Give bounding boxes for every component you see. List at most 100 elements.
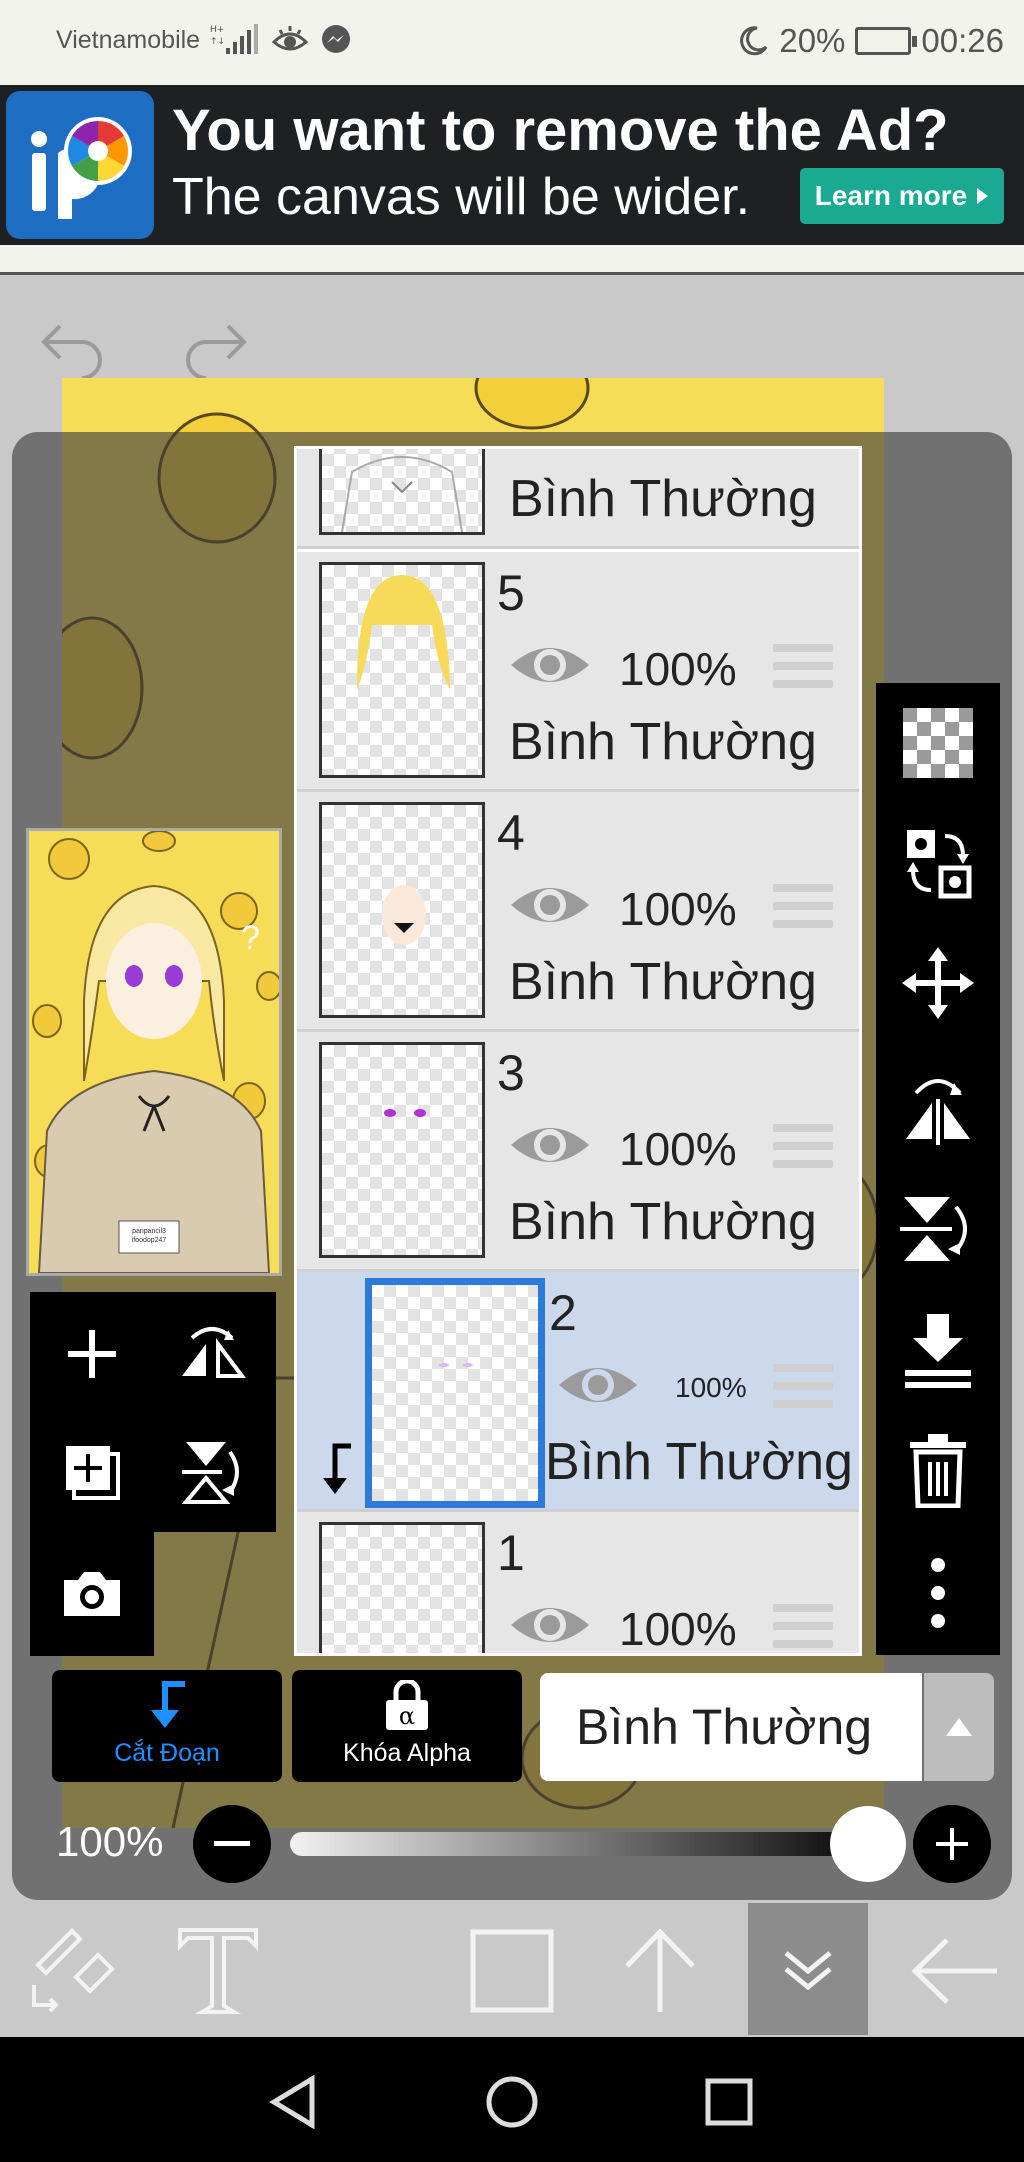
layer-blend-mode: Bình Thường	[509, 713, 817, 771]
add-layer-button[interactable]	[42, 1304, 142, 1404]
layer-opacity: 100%	[675, 1372, 747, 1403]
flip-layer-vertical-button[interactable]	[876, 1169, 1000, 1289]
back-triangle-icon	[269, 2075, 315, 2129]
opacity-increase-button[interactable]	[913, 1805, 991, 1883]
flip-layer-horizontal-button[interactable]	[876, 1047, 1000, 1167]
layer-row-1[interactable]: 1 100%	[297, 1512, 859, 1655]
text-tool-icon	[178, 1928, 258, 2014]
flip-vertical-button[interactable]	[162, 1422, 262, 1522]
plus-icon	[68, 1330, 116, 1378]
layer-thumbnail	[319, 449, 485, 535]
signal-icon: H+ ↑↓	[210, 24, 258, 54]
visibility-eye-icon[interactable]	[507, 1117, 593, 1173]
canvas-thumbnail[interactable]: ? panpancil3 ifoodop247	[26, 828, 282, 1276]
blend-mode-value: Bình Thường	[576, 1699, 873, 1755]
ad-divider	[0, 245, 1024, 275]
layer-row-5[interactable]: 5 100% Bình Thường	[297, 552, 859, 792]
svg-text:α: α	[399, 1702, 415, 1730]
ad-subtitle: The canvas will be wider.	[172, 168, 751, 226]
more-vertical-icon	[931, 1558, 945, 1628]
thumbnail-tag: panpancil3 ifoodop247	[131, 1228, 167, 1244]
layer-row-3[interactable]: 3 100% Bình Thường	[297, 1032, 859, 1272]
clock: 00:26	[921, 22, 1004, 59]
text-tool-button[interactable]	[158, 1905, 278, 2037]
canvas-frame-button[interactable]	[452, 1905, 572, 2037]
drag-handle-icon[interactable]	[773, 644, 833, 698]
flip-horizontal-button[interactable]	[162, 1304, 262, 1404]
redo-icon[interactable]	[180, 318, 250, 378]
flip-horizontal-icon	[182, 1327, 246, 1378]
undo-icon[interactable]	[38, 318, 108, 378]
ibis-paint-logo	[6, 91, 154, 239]
move-layer-button[interactable]	[876, 923, 1000, 1043]
layer-number: 4	[497, 805, 525, 861]
layer-opacity: 100%	[619, 1123, 737, 1175]
clipping-button[interactable]: Cắt Đoạn	[52, 1670, 282, 1782]
layer-thumbnail	[319, 802, 485, 1018]
svg-text:↑↓: ↑↓	[210, 37, 225, 47]
visibility-eye-icon[interactable]	[507, 637, 593, 693]
opacity-decrease-button[interactable]	[193, 1805, 271, 1883]
learn-more-button[interactable]: Learn more	[800, 168, 1004, 224]
opacity-slider-track[interactable]	[290, 1832, 870, 1856]
chevron-double-down-icon	[784, 1951, 832, 1991]
nav-back-button[interactable]	[258, 2067, 328, 2137]
layer-number: 5	[497, 565, 525, 621]
nav-recents-button[interactable]	[694, 2067, 764, 2137]
left-layer-tools	[30, 1292, 276, 1656]
more-options-button[interactable]	[876, 1533, 1000, 1653]
play-arrow-icon	[977, 188, 989, 204]
camera-button[interactable]	[42, 1544, 142, 1644]
merge-down-button[interactable]	[876, 1291, 1000, 1411]
transparent-fill-button[interactable]	[876, 683, 1000, 803]
clipping-label: Cắt Đoạn	[114, 1739, 220, 1767]
trash-icon	[910, 1434, 966, 1508]
status-bar: Vietnamobile H+ ↑↓ 20% 00:26	[0, 0, 1024, 85]
opacity-slider-thumb[interactable]	[830, 1806, 906, 1882]
svg-text:H+: H+	[210, 25, 224, 35]
nav-home-button[interactable]	[477, 2067, 547, 2137]
layer-panel-toggle-button[interactable]	[748, 1903, 868, 2035]
merge-down-icon	[905, 1314, 971, 1388]
visibility-eye-icon[interactable]	[507, 1597, 593, 1653]
delete-layer-button[interactable]	[876, 1411, 1000, 1531]
blend-mode-select[interactable]: Bình Thường	[540, 1673, 922, 1781]
back-button[interactable]	[894, 1905, 1014, 2037]
swap-layer-button[interactable]	[876, 803, 1000, 923]
visibility-eye-icon[interactable]	[507, 877, 593, 933]
layer-opacity: 100%	[619, 1603, 737, 1655]
moon-icon	[740, 26, 768, 56]
drag-handle-icon[interactable]	[773, 1604, 833, 1653]
alpha-lock-button[interactable]: α Khóa Alpha	[292, 1670, 522, 1782]
ad-title: You want to remove the Ad?	[172, 98, 949, 163]
layer-opacity: 100%	[619, 643, 737, 695]
layer-row-2-selected[interactable]: 2 100% Bình Thường	[297, 1272, 859, 1512]
minus-icon	[214, 1841, 250, 1846]
layer-blend-mode: Bình Thường	[509, 1193, 817, 1251]
thumbnail-art	[32, 831, 279, 1273]
move-up-button[interactable]	[600, 1905, 720, 2037]
layer-thumbnail	[319, 562, 485, 778]
drag-handle-icon[interactable]	[773, 884, 833, 938]
home-circle-icon	[486, 2076, 538, 2128]
recents-square-icon	[705, 2078, 753, 2126]
visibility-eye-icon[interactable]	[555, 1357, 641, 1413]
brush-eraser-tool-button[interactable]	[10, 1905, 130, 2037]
triangle-up-icon	[946, 1718, 972, 1736]
layer-blend-mode: Bình Thường	[545, 1433, 853, 1491]
duplicate-layer-button[interactable]	[42, 1422, 142, 1522]
clipping-arrow-icon	[323, 1443, 351, 1494]
layer-row-6[interactable]: Bình Thường	[297, 449, 859, 549]
flip-horizontal-icon	[906, 1079, 970, 1145]
carrier-name: Vietnamobile	[56, 26, 201, 54]
flip-vertical-icon	[182, 1442, 239, 1504]
layer-thumbnail	[319, 1042, 485, 1258]
blend-mode-dropdown-button[interactable]	[924, 1673, 994, 1781]
drag-handle-icon[interactable]	[773, 1364, 833, 1418]
learn-more-label: Learn more	[814, 180, 968, 211]
layer-row-4[interactable]: 4 100% Bình Thường	[297, 792, 859, 1032]
layer-list[interactable]: Bình Thường 5 100% Bình Thường 4 100% Bì…	[294, 446, 862, 1656]
system-navigation-bar	[0, 2037, 1024, 2162]
drag-handle-icon[interactable]	[773, 1124, 833, 1178]
ad-banner[interactable]: You want to remove the Ad? The canvas wi…	[0, 85, 1024, 245]
